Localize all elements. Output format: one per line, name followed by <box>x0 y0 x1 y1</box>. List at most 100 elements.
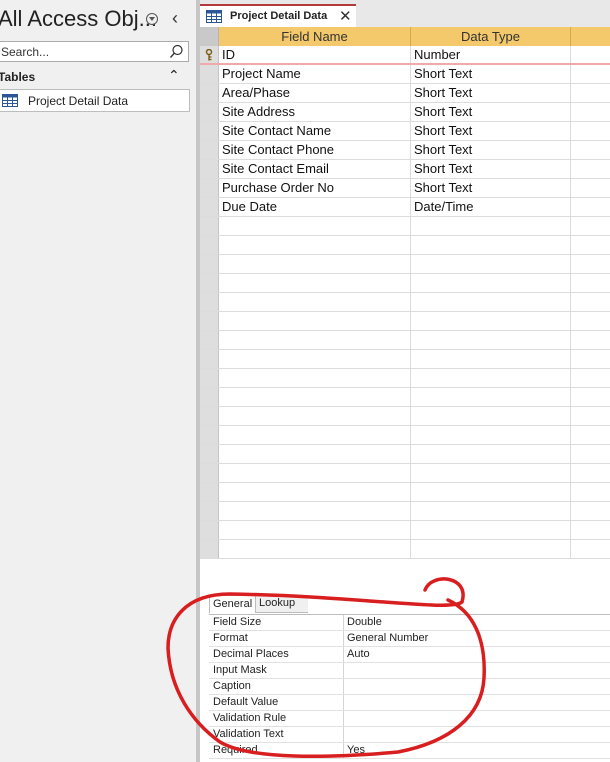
property-value[interactable]: Yes <box>343 743 610 758</box>
column-header-description[interactable] <box>571 27 610 46</box>
property-value[interactable]: Double <box>343 615 610 630</box>
nav-item-project-detail-data[interactable]: Project Detail Data <box>0 89 190 112</box>
table-row[interactable] <box>200 464 610 483</box>
table-row[interactable]: Area/Phase Short Text <box>200 84 610 103</box>
data-type-cell[interactable]: Short Text <box>411 141 571 159</box>
field-name-cell[interactable] <box>219 521 411 539</box>
row-selector[interactable] <box>200 540 219 558</box>
description-cell[interactable] <box>571 122 610 140</box>
field-name-cell[interactable] <box>219 217 411 235</box>
field-name-cell[interactable] <box>219 369 411 387</box>
description-cell[interactable] <box>571 103 610 121</box>
field-name-cell[interactable] <box>219 407 411 425</box>
property-value[interactable] <box>343 663 610 678</box>
table-row[interactable]: Site Contact Name Short Text <box>200 122 610 141</box>
field-name-cell[interactable] <box>219 331 411 349</box>
column-header-field-name[interactable]: Field Name <box>219 27 411 46</box>
nav-menu-icon[interactable] <box>146 13 158 25</box>
data-type-cell[interactable] <box>411 502 571 520</box>
data-type-cell[interactable] <box>411 426 571 444</box>
table-row[interactable] <box>200 426 610 445</box>
property-row[interactable]: Caption <box>209 679 610 695</box>
property-value[interactable] <box>343 727 610 742</box>
description-cell[interactable] <box>571 388 610 406</box>
property-row[interactable]: Validation Text <box>209 727 610 743</box>
data-type-cell[interactable] <box>411 407 571 425</box>
description-cell[interactable] <box>571 464 610 482</box>
field-name-cell[interactable]: Due Date <box>219 198 411 216</box>
table-row[interactable]: Site Address Short Text <box>200 103 610 122</box>
description-cell[interactable] <box>571 84 610 102</box>
field-name-cell[interactable]: Project Name <box>219 65 411 83</box>
row-selector[interactable] <box>200 46 219 63</box>
tab-project-detail-data[interactable]: Project Detail Data ✕ <box>200 4 356 27</box>
row-selector[interactable] <box>200 369 219 387</box>
data-type-cell[interactable]: Short Text <box>411 179 571 197</box>
row-selector[interactable] <box>200 331 219 349</box>
description-cell[interactable] <box>571 502 610 520</box>
table-row[interactable]: Site Contact Email Short Text <box>200 160 610 179</box>
description-cell[interactable] <box>571 293 610 311</box>
row-selector[interactable] <box>200 217 219 235</box>
data-type-cell[interactable]: Short Text <box>411 122 571 140</box>
field-name-cell[interactable] <box>219 350 411 368</box>
property-row[interactable]: Decimal Places Auto <box>209 647 610 663</box>
table-row[interactable] <box>200 540 610 559</box>
row-selector[interactable] <box>200 198 219 216</box>
property-row[interactable]: Required Yes <box>209 743 610 759</box>
row-selector[interactable] <box>200 255 219 273</box>
nav-search-box[interactable] <box>0 41 189 62</box>
row-selector[interactable] <box>200 141 219 159</box>
table-row[interactable] <box>200 331 610 350</box>
field-name-cell[interactable] <box>219 312 411 330</box>
property-value[interactable]: General Number <box>343 631 610 646</box>
row-selector[interactable] <box>200 388 219 406</box>
row-selector[interactable] <box>200 483 219 501</box>
data-type-cell[interactable] <box>411 331 571 349</box>
data-type-cell[interactable]: Date/Time <box>411 198 571 216</box>
table-row[interactable]: ID Number <box>200 46 610 65</box>
row-selector[interactable] <box>200 122 219 140</box>
table-row[interactable]: Project Name Short Text <box>200 65 610 84</box>
description-cell[interactable] <box>571 141 610 159</box>
tab-lookup[interactable]: Lookup <box>256 595 308 613</box>
row-selector[interactable] <box>200 426 219 444</box>
data-type-cell[interactable] <box>411 217 571 235</box>
tab-general[interactable]: General <box>209 595 256 613</box>
table-row[interactable] <box>200 521 610 540</box>
nav-pane-title[interactable]: All Access Obj... <box>0 6 157 32</box>
field-name-cell[interactable]: Purchase Order No <box>219 179 411 197</box>
row-selector[interactable] <box>200 84 219 102</box>
table-row[interactable] <box>200 255 610 274</box>
row-selector[interactable] <box>200 350 219 368</box>
data-type-cell[interactable] <box>411 445 571 463</box>
data-type-cell[interactable]: Short Text <box>411 65 571 83</box>
data-type-cell[interactable]: Short Text <box>411 84 571 102</box>
field-name-cell[interactable]: Site Address <box>219 103 411 121</box>
description-cell[interactable] <box>571 350 610 368</box>
description-cell[interactable] <box>571 331 610 349</box>
field-name-cell[interactable] <box>219 540 411 558</box>
table-row[interactable]: Purchase Order No Short Text <box>200 179 610 198</box>
field-name-cell[interactable]: Site Contact Name <box>219 122 411 140</box>
field-name-cell[interactable]: Area/Phase <box>219 84 411 102</box>
nav-group-tables[interactable]: Tables ⌃ <box>0 67 194 86</box>
data-type-cell[interactable]: Number <box>411 46 571 63</box>
row-selector[interactable] <box>200 236 219 254</box>
chevron-up-icon[interactable]: ⌃ <box>168 67 180 84</box>
field-name-cell[interactable] <box>219 274 411 292</box>
data-type-cell[interactable] <box>411 350 571 368</box>
search-input[interactable] <box>0 42 166 61</box>
description-cell[interactable] <box>571 236 610 254</box>
description-cell[interactable] <box>571 255 610 273</box>
row-selector[interactable] <box>200 293 219 311</box>
table-row[interactable]: Due Date Date/Time <box>200 198 610 217</box>
table-row[interactable]: Site Contact Phone Short Text <box>200 141 610 160</box>
data-type-cell[interactable] <box>411 521 571 539</box>
table-row[interactable] <box>200 483 610 502</box>
collapse-pane-icon[interactable]: ‹ <box>172 8 178 29</box>
property-value[interactable] <box>343 711 610 726</box>
row-selector[interactable] <box>200 445 219 463</box>
data-type-cell[interactable] <box>411 312 571 330</box>
description-cell[interactable] <box>571 65 610 83</box>
